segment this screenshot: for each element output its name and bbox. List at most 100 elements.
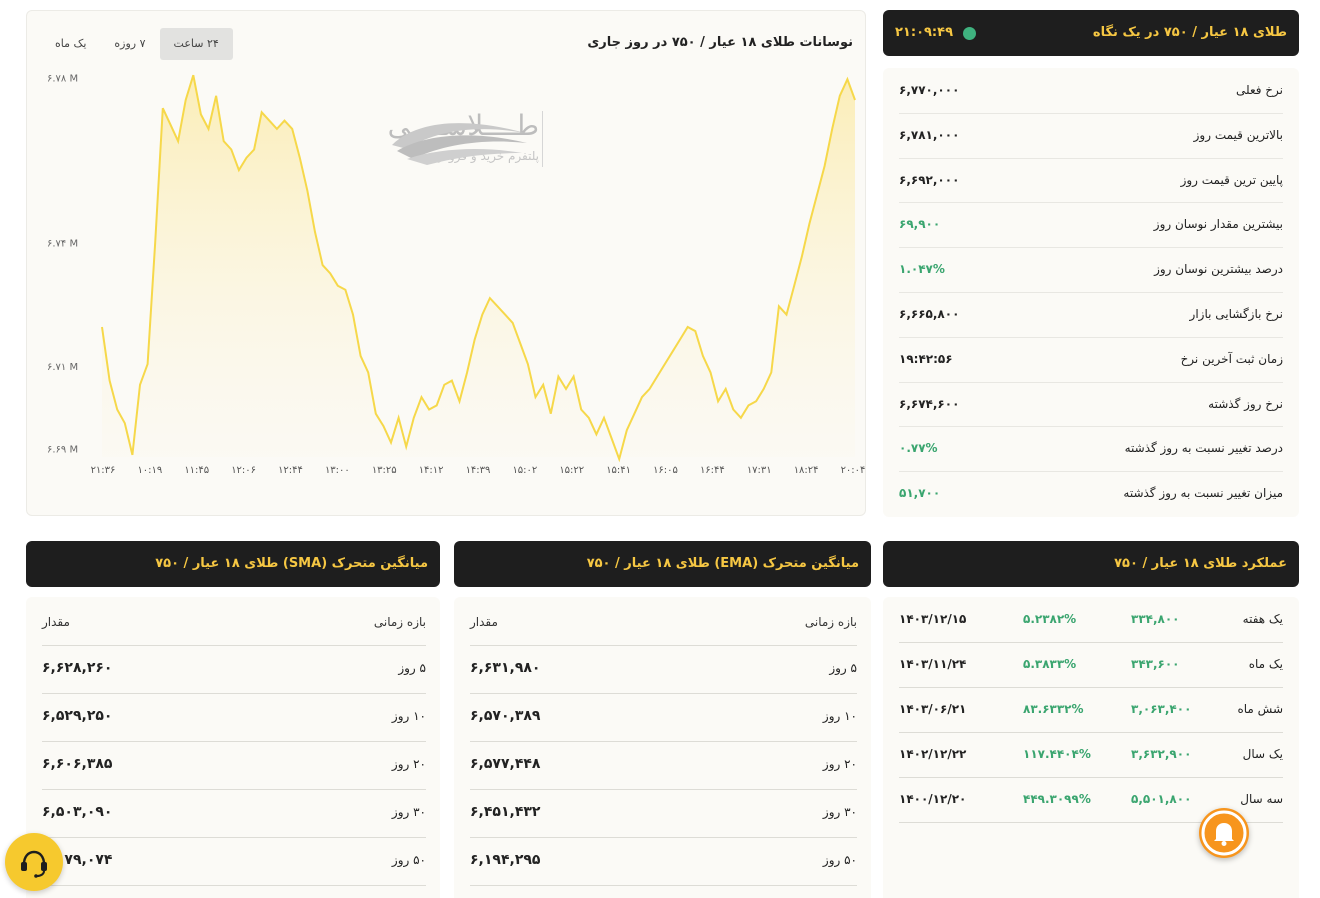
ema-row-amount: ۶,۵۷۷,۴۴۸ [470,756,541,772]
sma-row-amount: ۶,۶۰۶,۳۸۵ [42,756,113,772]
ema-row-period: ۵۰ روز [822,853,857,867]
ema-row-amount: ۶,۶۳۱,۹۸۰ [470,660,541,676]
performance-row-amount: ۵,۵۰۱,۸۰۰ [1131,792,1192,806]
ema-row: ۵ روز ۶,۶۳۱,۹۸۰ [470,645,857,694]
performance-row-period: شش ماه [1237,702,1283,716]
x-tick-label: ۱۵:۴۱ [606,465,631,476]
performance-row-period: یک سال [1242,747,1283,761]
sma-table: بازه زمانی مقدار ۵ روز ۶,۶۲۸,۲۶۰ ۱۰ روز ۶,۵… [26,597,440,898]
performance-row-date: ۱۴۰۳/۰۶/۲۱ [899,702,967,716]
ema-row: ۱۰ روز ۶,۵۷۰,۳۸۹ [470,693,857,742]
performance-row-date: ۱۴۰۲/۱۲/۲۲ [899,747,967,761]
x-tick-label: ۲۰:۰۴ [841,465,866,476]
ema-row-amount: ۶,۱۹۴,۲۹۵ [470,852,541,868]
y-tick-label: ۶.۶۹ M [47,445,78,456]
ema-row-amount: ۶,۴۵۱,۴۳۲ [470,804,541,820]
performance-row: یک ماه ۳۴۳,۶۰۰ ۵.۳۸۳۳% ۱۴۰۳/۱۱/۲۴ [899,642,1283,688]
sma-row-period: ۱۰ روز [391,709,426,723]
performance-row-period: یک ماه [1248,657,1283,671]
ema-col-period: بازه زمانی [804,615,857,629]
performance-row-percent: ۴۴۹.۳۰۹۹% [1023,792,1091,806]
price-chart-card: نوسانات طلای ۱۸ عیار / ۷۵۰ در روز جاری ی… [26,10,866,516]
performance-row-amount: ۳,۰۶۳,۴۰۰ [1131,702,1192,716]
summary-row: درصد تغییر نسبت به روز گذشته ۰.۷۷% [899,426,1283,473]
ema-row: ۵۰ روز ۶,۱۹۴,۲۹۵ [470,837,857,886]
performance-header: عملکرد طلای ۱۸ عیار / ۷۵۰ [883,541,1299,587]
summary-row-label: نرخ بازگشایی بازار [1189,307,1283,321]
performance-row-amount: ۳۴۳,۶۰۰ [1131,657,1180,671]
summary-row-value: ۱۹:۴۲:۵۶ [899,351,953,366]
performance-row-amount: ۳,۶۳۲,۹۰۰ [1131,747,1192,761]
ema-table-header: بازه زمانی مقدار [470,597,857,646]
x-tick-label: ۱۶:۰۵ [653,465,678,476]
ema-row-period: ۵ روز [829,661,857,675]
summary-row-label: درصد بیشترین نوسان روز [1154,262,1283,277]
performance-title: عملکرد طلای ۱۸ عیار / ۷۵۰ [1114,556,1287,571]
x-tick-label: ۱۰:۱۹ [137,465,162,476]
summary-row: زمان ثبت آخرین نرخ ۱۹:۴۲:۵۶ [899,337,1283,383]
performance-row-percent: ۸۳.۶۳۳۲% [1023,702,1084,716]
support-button[interactable] [5,833,63,891]
performance-row: شش ماه ۳,۰۶۳,۴۰۰ ۸۳.۶۳۳۲% ۱۴۰۳/۰۶/۲۱ [899,687,1283,733]
x-tick-label: ۲۱:۳۶ [91,465,116,476]
summary-row-label: پایین ترین قیمت روز [1180,172,1283,187]
sma-row-amount: ۶,۶۲۸,۲۶۰ [42,660,113,676]
sma-row-period: ۳۰ روز [391,805,426,819]
x-tick-label: ۱۱:۴۵ [184,465,209,476]
sma-row: ۳۰ روز ۶,۵۰۳,۰۹۰ [42,789,426,838]
notification-button[interactable] [1199,808,1249,858]
summary-row-label: بیشترین مقدار نوسان روز [1153,217,1283,232]
summary-list: نرخ فعلی ۶,۷۷۰,۰۰۰ بالاترین قیمت روز ۶,۷۸۱,… [883,68,1299,517]
summary-row: نرخ روز گذشته ۶,۶۷۴,۶۰۰ [899,382,1283,428]
summary-row-value: ۶,۷۷۰,۰۰۰ [899,83,960,97]
sma-row-period: ۵ روز [398,661,426,675]
ema-row-period: ۲۰ روز [822,757,857,771]
performance-row: یک سال ۳,۶۳۲,۹۰۰ ۱۱۷.۴۴۰۴% ۱۴۰۲/۱۲/۲۲ [899,732,1283,778]
sma-title: میانگین متحرک (SMA) طلای ۱۸ عیار / ۷۵۰ [155,556,428,571]
x-tick-label: ۱۵:۲۲ [559,465,584,476]
sma-row-period: ۲۰ روز [391,757,426,771]
ema-row: ۲۰ روز ۶,۵۷۷,۴۴۸ [470,741,857,790]
y-tick-label: ۶.۷۱ M [47,362,78,373]
x-tick-label: ۱۳:۲۵ [372,465,397,476]
performance-row: یک هفته ۳۳۴,۸۰۰ ۵.۲۳۸۲% ۱۴۰۳/۱۲/۱۵ [899,597,1283,643]
summary-row-value: ۶۹,۹۰۰ [899,217,941,232]
sma-row: ۱۰ روز ۶,۵۲۹,۲۵۰ [42,693,426,742]
performance-row-percent: ۵.۲۳۸۲% [1023,612,1077,626]
x-tick-label: ۱۲:۴۴ [278,465,303,476]
performance-row-date: ۱۴۰۰/۱۲/۲۰ [899,792,967,806]
summary-row: نرخ بازگشایی بازار ۶,۶۶۵,۸۰۰ [899,292,1283,338]
sma-table-header: بازه زمانی مقدار [42,597,426,646]
x-tick-label: ۱۶:۴۴ [700,465,725,476]
sma-row-period: ۵۰ روز [391,853,426,867]
x-tick-label: ۱۵:۰۲ [512,465,537,476]
summary-row: درصد بیشترین نوسان روز ۱.۰۴۷% [899,247,1283,293]
summary-row-value: ۶,۷۸۱,۰۰۰ [899,127,960,142]
summary-row-value: ۶,۶۶۵,۸۰۰ [899,307,960,321]
sma-row-amount: ۶,۵۰۳,۰۹۰ [42,804,113,820]
sma-col-amount: مقدار [42,615,70,629]
summary-row-label: نرخ روز گذشته [1208,396,1283,411]
performance-row-date: ۱۴۰۳/۱۱/۲۴ [899,657,967,671]
sma-row: ۵۰ روز ۶,۱۷۹,۰۷۴ [42,837,426,886]
x-tick-label: ۱۲:۰۶ [231,465,256,476]
chart-area-fill [102,75,855,460]
performance-row-amount: ۳۳۴,۸۰۰ [1131,612,1180,626]
summary-title: طلای ۱۸ عیار / ۷۵۰ در یک نگاه [1092,25,1287,40]
ema-row-period: ۱۰ روز [822,709,857,723]
y-tick-label: ۶.۷۸ M [47,73,78,84]
summary-row-value: ۶,۶۹۲,۰۰۰ [899,172,960,187]
ema-row-amount: ۶,۵۷۰,۳۸۹ [470,708,541,724]
ema-table: بازه زمانی مقدار ۵ روز ۶,۶۳۱,۹۸۰ ۱۰ روز ۶,۵… [454,597,871,898]
summary-row-label: زمان ثبت آخرین نرخ [1180,351,1283,366]
y-tick-label: ۶.۷۴ M [47,238,78,249]
ema-header: میانگین متحرک (EMA) طلای ۱۸ عیار / ۷۵۰ [454,541,871,587]
x-tick-label: ۱۳:۰۰ [325,465,350,476]
summary-row-value: ۵۱,۷۰۰ [899,486,941,501]
sma-col-period: بازه زمانی [373,615,426,629]
summary-row-value: ۶,۶۷۴,۶۰۰ [899,396,960,411]
summary-row: بالاترین قیمت روز ۶,۷۸۱,۰۰۰ [899,113,1283,159]
x-tick-label: ۱۴:۳۹ [466,465,491,476]
ema-row: ۳۰ روز ۶,۴۵۱,۴۳۲ [470,789,857,838]
x-tick-label: ۱۸:۲۴ [794,465,819,476]
